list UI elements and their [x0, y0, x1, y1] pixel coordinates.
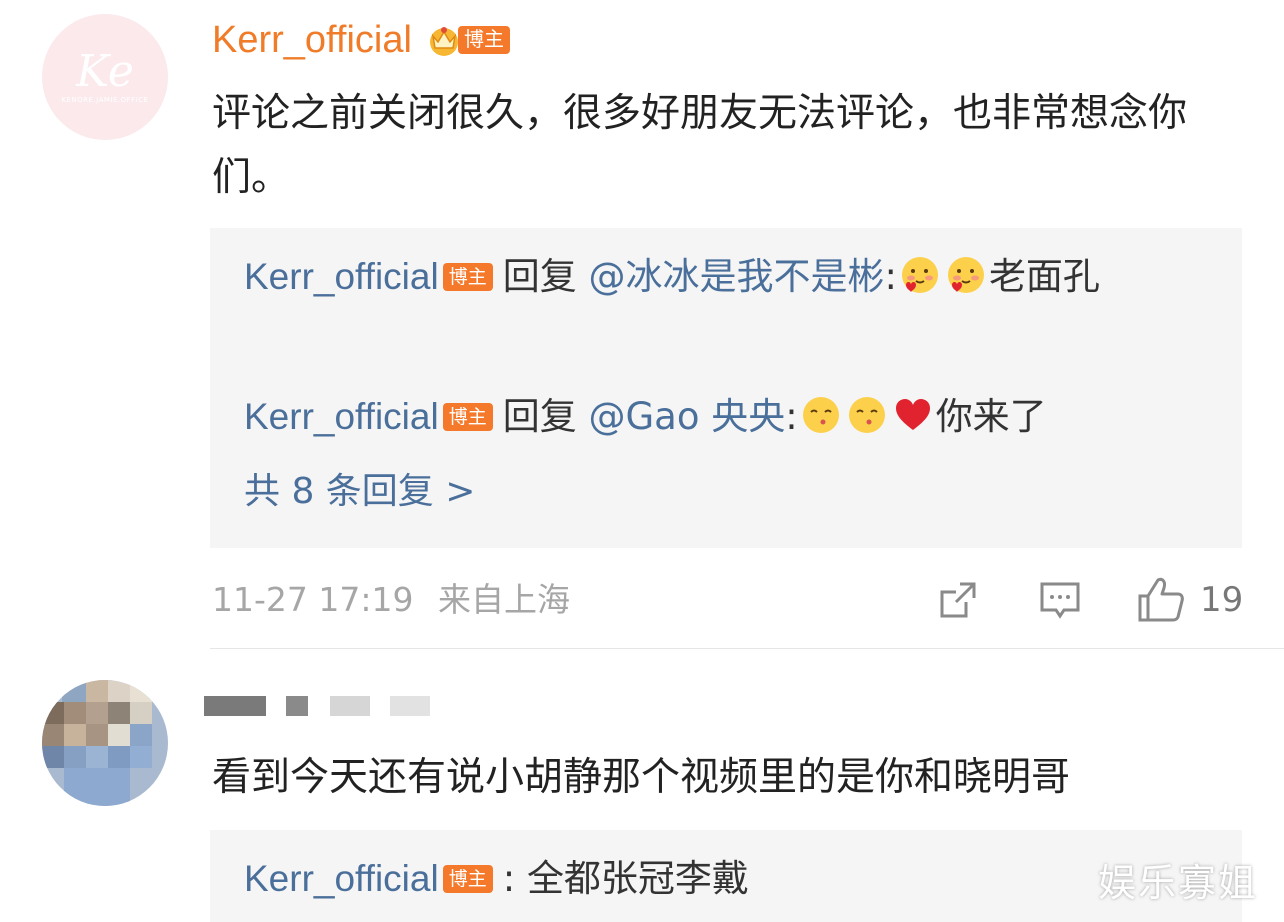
crown-icon — [429, 27, 458, 56]
reply-author[interactable]: Kerr_official — [244, 256, 439, 297]
reply-text: 你来了 — [935, 395, 1047, 438]
avatar-blurred[interactable] — [42, 680, 168, 806]
reply-author[interactable]: Kerr_official — [244, 396, 439, 437]
badge-label: 博主 — [457, 26, 510, 54]
reply-item[interactable]: Kerr_official 博主 回复 @冰冰是我不是彬: 老面孔 — [244, 244, 1204, 310]
blush-heart-emoji-icon — [901, 257, 938, 293]
blogger-badge: 博主 — [426, 22, 510, 58]
comment-meta: 11-27 17:19 来自上海 — [212, 578, 570, 622]
comment-icon[interactable] — [1038, 578, 1082, 622]
avatar[interactable]: Ke KENORE.JAMIE.OFFICE — [42, 14, 168, 140]
comment-text: 看到今天还有说小胡静那个视频里的是你和晓明哥 — [212, 755, 1071, 800]
reply-text: 全都张冠李戴 — [526, 857, 749, 900]
username-blurred — [330, 696, 370, 716]
watermark: 娱乐寡姐 — [1097, 861, 1258, 905]
timestamp: 11-27 17:19 — [212, 580, 414, 619]
reply-text: 老面孔 — [988, 255, 1100, 298]
reply-badge: 博主 — [442, 865, 493, 893]
reply-colon: : — [785, 395, 798, 438]
reply-colon: : — [502, 857, 516, 900]
kiss-emoji-icon — [802, 397, 839, 433]
location: 来自上海 — [437, 580, 570, 619]
reply-item[interactable]: Kerr_official 博主: 全都张冠李戴 — [244, 846, 1204, 912]
reply-mention[interactable]: @Gao 央央 — [588, 395, 785, 438]
share-icon[interactable] — [936, 578, 980, 622]
reply-thread[interactable]: Kerr_official 博主: 全都张冠李戴 — [210, 830, 1242, 922]
avatar-monogram: Ke — [76, 46, 134, 97]
reply-verb: 回复 — [502, 395, 577, 438]
username-blurred[interactable] — [204, 696, 266, 716]
reply-item[interactable]: Kerr_official 博主 回复 @Gao 央央: 你来了 — [244, 384, 1204, 450]
reply-verb: 回复 — [502, 255, 577, 298]
kiss-emoji-icon — [848, 397, 885, 433]
reply-badge: 博主 — [442, 263, 493, 291]
like-icon[interactable] — [1136, 574, 1186, 624]
heart-emoji-icon — [895, 399, 930, 430]
comment-text: 评论之前关闭很久，很多好朋友无法评论，也非常想念你们。 — [212, 91, 1188, 200]
reply-mention[interactable]: @冰冰是我不是彬 — [588, 255, 884, 298]
blush-heart-emoji-icon — [947, 257, 984, 293]
avatar-caption: KENORE.JAMIE.OFFICE — [61, 96, 149, 104]
more-replies-link[interactable]: 共 8 条回复 > — [244, 466, 475, 518]
comment-username[interactable]: Kerr_official 博主 — [212, 16, 510, 64]
username-blurred — [390, 696, 430, 716]
comment-divider — [210, 648, 1284, 649]
username-blurred — [286, 696, 308, 716]
username-text[interactable]: Kerr_official — [212, 16, 412, 64]
reply-thread[interactable]: Kerr_official 博主 回复 @冰冰是我不是彬: 老面孔 Kerr_offi… — [210, 228, 1242, 548]
reply-author[interactable]: Kerr_official — [244, 858, 439, 899]
like-count: 19 — [1200, 580, 1244, 620]
reply-colon: : — [884, 255, 897, 298]
reply-badge: 博主 — [442, 403, 493, 431]
